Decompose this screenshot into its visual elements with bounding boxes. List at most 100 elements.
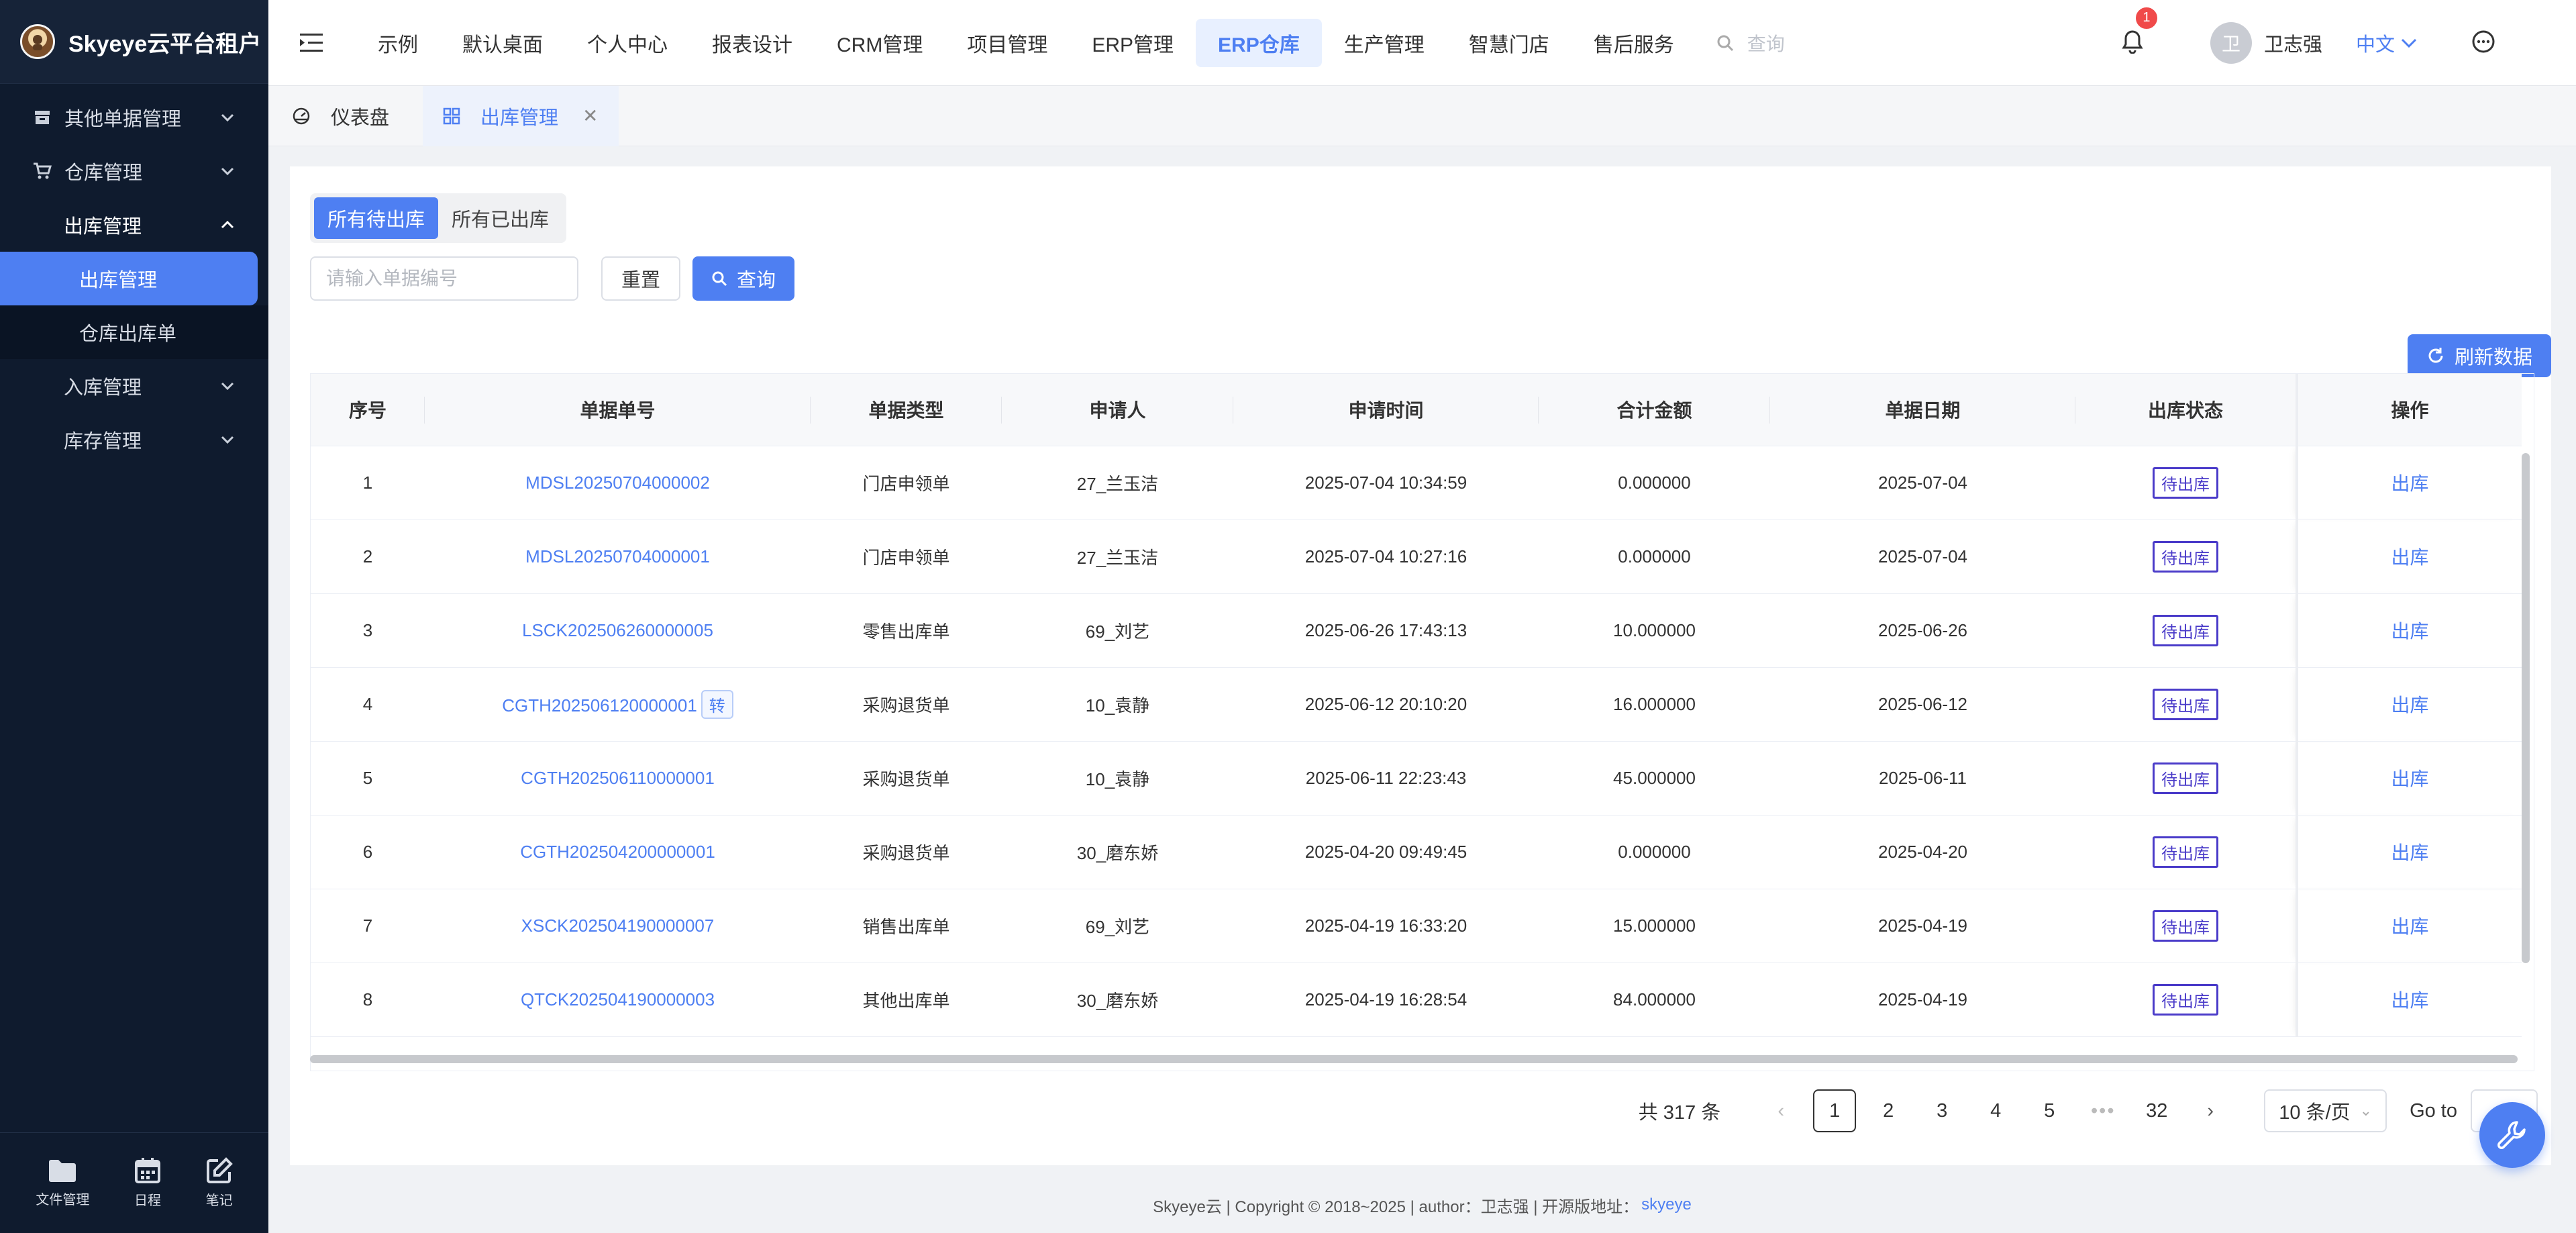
notes-button[interactable]: 笔记 [206, 1157, 233, 1209]
cell-status: 待出库 [2075, 520, 2297, 594]
sidebar-item-label: 入库管理 [64, 377, 142, 399]
page-1[interactable]: 1 [1813, 1089, 1857, 1132]
cell-operation: 出库 [2296, 963, 2522, 1037]
cell-applicant: 10_袁静 [1002, 667, 1233, 742]
topnav-item-9[interactable]: 智慧门店 [1447, 19, 1572, 67]
outbound-action-link[interactable]: 出库 [2391, 769, 2428, 789]
table-row: 7 XSCK202504190000007 销售出库单 69_刘艺 2025-04-19… [311, 889, 2522, 963]
outbound-action-link[interactable]: 出库 [2391, 621, 2428, 642]
cell-idx: 1 [311, 446, 425, 520]
table-row: 5 CGTH202506110000001 采购退货单 10_袁静 2025-06-11… [311, 741, 2522, 816]
topnav-item-8[interactable]: 生产管理 [1322, 19, 1447, 67]
outbound-action-link[interactable]: 出库 [2391, 916, 2428, 937]
sidebar-bottom-bar: 文件管理 日程 笔记 [0, 1132, 268, 1233]
column-header-0: 序号 [311, 374, 425, 446]
avatar[interactable]: 卫 [2210, 22, 2252, 64]
sidebar-item-1[interactable]: 仓库管理 [0, 144, 268, 198]
cell-type: 采购退货单 [811, 741, 1002, 816]
sidebar-item-6[interactable]: 库存管理 [0, 413, 268, 466]
document-number-link[interactable]: CGTH202506120000001 [502, 695, 697, 716]
document-number-link[interactable]: CGTH202504200000001 [520, 842, 715, 862]
reset-button[interactable]: 重置 [601, 256, 681, 301]
horizontal-scrollbar[interactable] [310, 1055, 2518, 1063]
sidebar-item-2[interactable]: 出库管理 [0, 198, 268, 252]
file-manager-button[interactable]: 文件管理 [36, 1158, 89, 1208]
outbound-action-link[interactable]: 出库 [2391, 990, 2428, 1011]
user-name[interactable]: 卫志强 [2264, 29, 2322, 57]
topnav-item-6[interactable]: ERP管理 [1070, 19, 1196, 67]
cell-status: 待出库 [2075, 963, 2297, 1037]
page-5[interactable]: 5 [2028, 1089, 2071, 1132]
calendar-button[interactable]: 日程 [134, 1157, 161, 1209]
document-number-link[interactable]: CGTH202506110000001 [521, 768, 715, 788]
table-toolbar: 刷新数据 [2407, 334, 2551, 377]
document-number-link[interactable]: MDSL20250704000001 [525, 546, 710, 566]
page-size-select[interactable]: 10 条/页 ⌄ [2264, 1089, 2387, 1132]
folder-icon [49, 1160, 76, 1182]
outbound-action-link[interactable]: 出库 [2391, 547, 2428, 568]
document-number-input[interactable] [310, 256, 578, 301]
page-2[interactable]: 2 [1867, 1089, 1910, 1132]
sidebar-item-5[interactable]: 入库管理 [0, 359, 268, 413]
language-selector[interactable]: 中文 [2356, 29, 2418, 57]
chevron-down-icon: ⌄ [2359, 1102, 2373, 1119]
close-icon[interactable]: ✕ [582, 105, 598, 127]
vertical-scrollbar[interactable] [2522, 453, 2530, 963]
page-3[interactable]: 3 [1920, 1089, 1963, 1132]
notification-button[interactable]: 1 [2122, 5, 2159, 57]
topnav-item-2[interactable]: 个人中心 [565, 19, 690, 67]
document-number-link[interactable]: XSCK202504190000007 [521, 916, 715, 936]
pagination-ellipsis[interactable]: ••• [2081, 1089, 2124, 1132]
cell-date: 2025-06-11 [1770, 741, 2075, 816]
top-search[interactable]: 查询 [1716, 30, 1785, 56]
sidebar-item-0[interactable]: 其他单据管理 [0, 91, 268, 144]
sidebar-item-4[interactable]: 仓库出库单 [0, 305, 268, 359]
search-button[interactable]: 查询 [692, 256, 795, 301]
refresh-data-button[interactable]: 刷新数据 [2407, 334, 2551, 377]
message-button[interactable] [2471, 30, 2495, 57]
cell-time: 2025-07-04 10:34:59 [1233, 446, 1539, 520]
tool-floating-button[interactable] [2479, 1102, 2545, 1168]
cell-status: 待出库 [2075, 741, 2297, 816]
table-row: 4 CGTH202506120000001 转采购退货单 10_袁静 2025-06-1… [311, 667, 2522, 742]
outbound-action-link[interactable]: 出库 [2391, 842, 2428, 863]
document-number-link[interactable]: LSCK202506260000005 [522, 620, 713, 640]
seg-pending-outbound[interactable]: 所有待出库 [314, 197, 439, 239]
topnav-item-7[interactable]: ERP仓库 [1196, 18, 1322, 67]
topnav-item-4[interactable]: CRM管理 [815, 19, 945, 67]
top-navigation: 示例 默认桌面 个人中心 报表设计 CRM管理 项目管理 ERP管理 ERP仓库 生产管理 智慧门… [356, 0, 1696, 86]
page-last[interactable]: 32 [2135, 1089, 2178, 1132]
table-row: 8 QTCK202504190000003 其他出库单 30_磨东娇 2025-04-1… [311, 963, 2522, 1037]
cell-amount: 45.000000 [1539, 741, 1770, 816]
cell-idx: 5 [311, 741, 425, 816]
search-icon [1717, 35, 1733, 51]
cell-idx: 6 [311, 815, 425, 889]
seg-completed-outbound[interactable]: 所有已出库 [438, 197, 562, 239]
outbound-action-link[interactable]: 出库 [2391, 473, 2428, 494]
document-number-link[interactable]: MDSL20250704000002 [525, 473, 710, 493]
tab-outbound-management[interactable]: 出库管理 ✕ [423, 85, 619, 146]
sidebar-item-3[interactable]: 出库管理 [0, 252, 258, 305]
table-row: 2 MDSL20250704000001 门店申领单 27_兰玉洁 2025-07-04… [311, 520, 2522, 594]
topnav-item-1[interactable]: 默认桌面 [440, 19, 565, 67]
topnav-item-3[interactable]: 报表设计 [690, 19, 815, 67]
transfer-tag[interactable]: 转 [701, 689, 733, 719]
prev-page-button[interactable]: ‹ [1759, 1089, 1802, 1132]
status-badge: 待出库 [2153, 614, 2218, 646]
footer-link[interactable]: skyeye [1641, 1195, 1692, 1214]
outbound-action-link[interactable]: 出库 [2391, 695, 2428, 716]
tab-dashboard[interactable]: 仪表盘 [292, 86, 409, 146]
next-page-button[interactable]: › [2189, 1089, 2232, 1132]
topnav-item-5[interactable]: 项目管理 [945, 19, 1070, 67]
topnav-item-0[interactable]: 示例 [356, 19, 440, 67]
document-number-link[interactable]: QTCK202504190000003 [521, 989, 715, 1009]
page-numbers: 12345 [1808, 1089, 2076, 1132]
table-body: 1 MDSL20250704000002 门店申领单 27_兰玉洁 2025-07-04… [311, 446, 2522, 1037]
page-4[interactable]: 4 [1974, 1089, 2017, 1132]
topnav-item-10[interactable]: 售后服务 [1572, 19, 1696, 67]
notes-label: 笔记 [205, 1193, 233, 1208]
calendar-label: 日程 [134, 1193, 161, 1208]
menu-toggle-button[interactable] [268, 32, 356, 54]
grid-icon [443, 107, 460, 124]
sidebar-item-label: 库存管理 [64, 431, 142, 452]
